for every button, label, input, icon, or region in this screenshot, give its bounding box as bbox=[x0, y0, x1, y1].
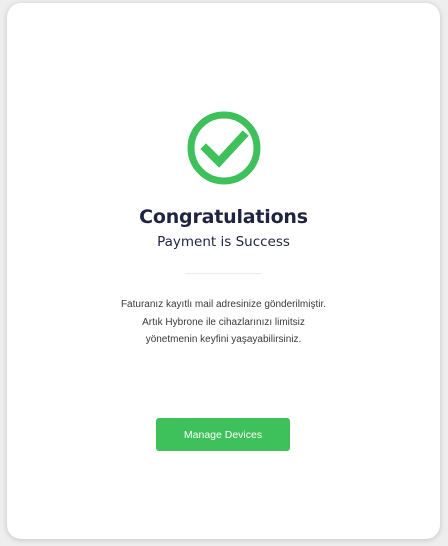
success-card: Congratulations Payment is Success Fatur… bbox=[7, 3, 440, 539]
info-message-line: Faturanız kayıtlı mail adresinize gönder… bbox=[120, 299, 327, 310]
check-circle-icon bbox=[187, 111, 261, 185]
info-message-line: Artık Hybrone ile cihazlarınızı limitsiz bbox=[142, 316, 305, 328]
divider bbox=[185, 273, 262, 274]
manage-devices-button[interactable]: Manage Devices bbox=[156, 418, 290, 451]
page-subtitle: Payment is Success bbox=[157, 234, 290, 250]
page-title: Congratulations bbox=[139, 206, 308, 228]
info-message-line: yönetmenin keyfini yaşayabilirsiniz. bbox=[145, 334, 302, 345]
info-message: Faturanız kayıtlı mail adresinize gönder… bbox=[7, 296, 440, 349]
